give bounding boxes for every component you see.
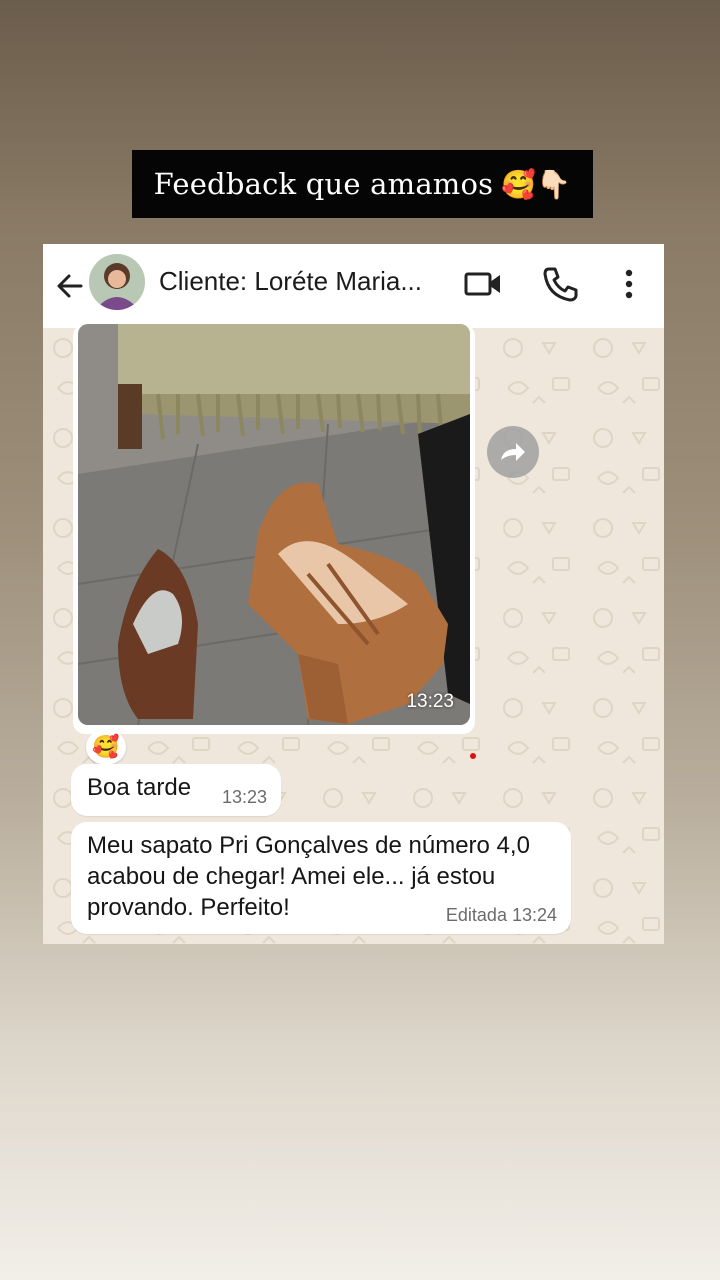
message-bubble[interactable]: Meu sapato Pri Gonçalves de número 4,0 a… — [71, 822, 571, 934]
reaction-emoji: 🥰 — [92, 734, 120, 759]
chat-screenshot: Cliente: Loréte Maria... 13:23 🥰 Boa tar… — [43, 244, 664, 944]
photo-timestamp: 13:23 — [406, 691, 454, 712]
shoe-photo[interactable]: 13:23 — [78, 324, 470, 725]
message-text: Boa tarde — [87, 774, 192, 801]
video-call-icon[interactable] — [463, 264, 503, 304]
message-bubble[interactable]: Boa tarde 13:23 — [71, 764, 281, 816]
shoe-photo-image — [78, 324, 470, 725]
reaction-badge[interactable]: 🥰 — [86, 730, 126, 764]
forward-button[interactable] — [487, 426, 539, 478]
image-message-bubble[interactable]: 13:23 — [73, 324, 475, 734]
avatar-image — [89, 254, 145, 310]
contact-name[interactable]: Cliente: Loréte Maria... — [159, 266, 449, 297]
red-dot — [470, 753, 476, 759]
banner-text: Feedback que amamos — [153, 167, 494, 201]
forward-icon — [501, 443, 525, 461]
message-time: Editada 13:24 — [445, 905, 557, 925]
phone-call-icon[interactable] — [540, 264, 580, 304]
chat-header: Cliente: Loréte Maria... — [43, 244, 664, 328]
message-time: 13:23 — [221, 787, 267, 807]
more-vert-icon[interactable] — [609, 264, 649, 304]
contact-avatar[interactable] — [89, 254, 145, 310]
banner-emoji: 🥰👇🏻 — [501, 167, 572, 201]
title-banner: Feedback que amamos 🥰👇🏻 — [132, 150, 593, 218]
back-arrow-icon[interactable] — [55, 268, 85, 304]
